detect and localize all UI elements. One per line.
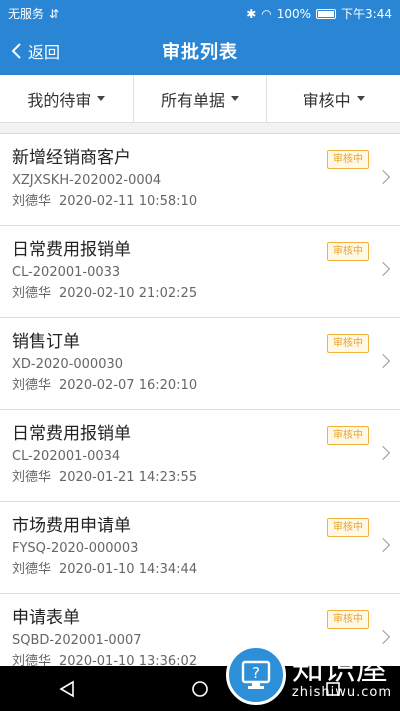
approval-list: 新增经销商客户 XZJXSKH-202002-0004 刘德华 2020-02-1…	[0, 133, 400, 686]
list-item[interactable]: 市场费用申请单 FYSQ-2020-000003 刘德华 2020-01-10 1…	[0, 502, 400, 594]
carrier-text: 无服务	[8, 7, 45, 21]
watermark-text: 知识屋	[291, 648, 388, 687]
item-user: 刘德华	[12, 194, 52, 209]
filter-all-documents[interactable]: 所有单据	[134, 75, 267, 122]
item-time: 2020-02-10 21:02:25	[59, 286, 198, 301]
list-item[interactable]: 销售订单 XD-2020-000030 刘德华 2020-02-07 16:20:…	[0, 318, 400, 410]
clock: 下午3:44	[341, 7, 392, 21]
nav-back-button[interactable]	[52, 674, 82, 704]
status-badge: 审核中	[327, 242, 369, 261]
caret-down-icon	[97, 96, 106, 101]
question-monitor-icon: ?	[241, 660, 271, 689]
watermark: ? 知识屋 zhishiwu.com	[225, 645, 392, 705]
item-user: 刘德华	[12, 378, 52, 393]
item-code: FYSQ-2020-000003	[12, 541, 139, 556]
caret-down-icon	[231, 96, 240, 101]
status-badge: 审核中	[327, 426, 369, 445]
item-time: 2020-01-21 14:23:55	[59, 470, 198, 485]
filter-label: 所有单据	[161, 90, 226, 110]
wifi-icon: ◠	[261, 6, 272, 21]
svg-text:?: ?	[252, 664, 260, 682]
filter-label: 审核中	[302, 90, 351, 110]
item-code: CL-202001-0034	[12, 449, 121, 464]
status-badge: 审核中	[327, 518, 369, 537]
list-item[interactable]: 日常费用报销单 CL-202001-0033 刘德华 2020-02-10 21:…	[0, 226, 400, 318]
battery-icon	[316, 8, 337, 19]
app-bar: 返回 审批列表	[0, 27, 400, 75]
back-label: 返回	[28, 43, 61, 62]
back-button[interactable]: 返回	[10, 27, 60, 75]
item-code: CL-202001-0033	[12, 265, 121, 280]
list-item[interactable]: 日常费用报销单 CL-202001-0034 刘德华 2020-01-21 14:…	[0, 410, 400, 502]
bluetooth-icon: ✱	[246, 6, 257, 21]
status-bar: 无服务 ⇵ ✱ ◠ 100% 下午3:44	[0, 0, 400, 27]
page-title: 审批列表	[162, 42, 238, 63]
list-item[interactable]: 新增经销商客户 XZJXSKH-202002-0004 刘德华 2020-02-1…	[0, 134, 400, 226]
filter-bar: 我的待审 所有单据 审核中	[0, 75, 400, 123]
chevron-left-icon	[11, 43, 21, 59]
filter-label: 我的待审	[27, 90, 92, 110]
watermark-url: zhishiwu.com	[291, 684, 392, 700]
battery-text: 100%	[276, 6, 312, 21]
status-badge: 审核中	[327, 610, 369, 629]
usb-icon: ⇵	[49, 6, 60, 21]
item-user: 刘德华	[12, 286, 52, 301]
item-time: 2020-02-11 10:58:10	[59, 194, 198, 209]
item-user: 刘德华	[12, 562, 52, 577]
item-time: 2020-02-07 16:20:10	[59, 378, 198, 393]
caret-down-icon	[356, 96, 365, 101]
item-code: XZJXSKH-202002-0004	[12, 173, 162, 188]
filter-status[interactable]: 审核中	[267, 75, 400, 122]
item-code: XD-2020-000030	[12, 357, 124, 372]
status-badge: 审核中	[327, 150, 369, 169]
nav-home-button[interactable]	[185, 674, 215, 704]
filter-my-pending[interactable]: 我的待审	[0, 75, 133, 122]
triangle-back-icon	[59, 680, 74, 697]
item-time: 2020-01-10 14:34:44	[59, 562, 198, 577]
watermark-logo: ?	[225, 645, 286, 705]
item-user: 刘德华	[12, 470, 52, 485]
circle-home-icon	[192, 680, 208, 697]
status-badge: 审核中	[327, 334, 369, 353]
